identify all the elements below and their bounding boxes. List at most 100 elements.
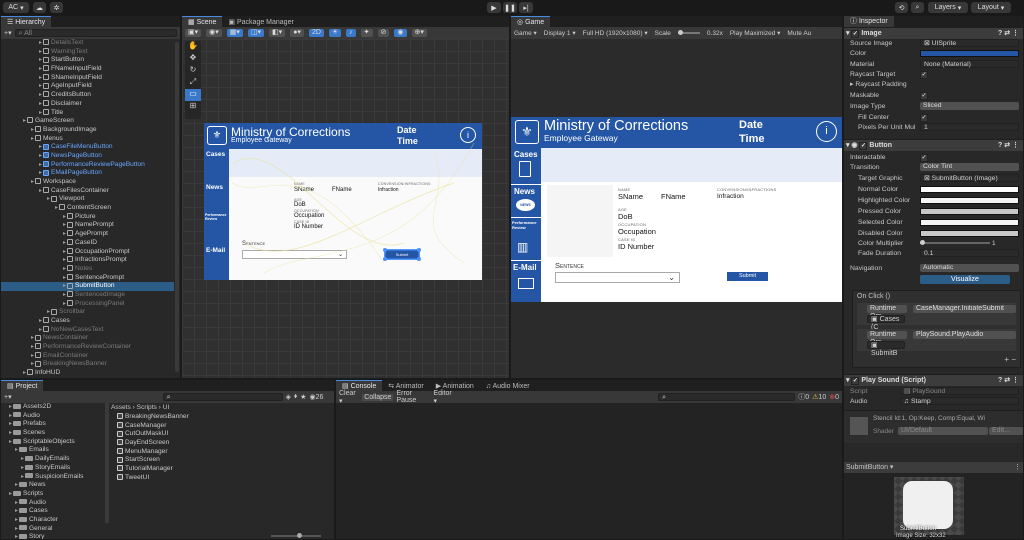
color-field[interactable]: [920, 49, 1019, 57]
hierarchy-item[interactable]: ▸ PerformanceReviewContainer: [1, 343, 174, 352]
hierarchy-item[interactable]: ▸ CreditsButton: [1, 91, 174, 100]
console-log-area[interactable]: [336, 403, 842, 539]
hierarchy-item[interactable]: ▸ CaseID: [1, 239, 174, 248]
favorites-icon[interactable]: ★: [300, 393, 306, 401]
hierarchy-item[interactable]: ▸ Title: [1, 109, 174, 118]
hierarchy-item[interactable]: ▸ StartButton: [1, 56, 174, 65]
hierarchy-item[interactable]: ▸ NewsPageButton: [1, 152, 174, 161]
tab-project[interactable]: ▤ Project: [1, 380, 44, 391]
hidden-icon[interactable]: ⊘: [377, 29, 390, 37]
expand-arrow-icon[interactable]: ▸: [9, 421, 12, 427]
hierarchy-item[interactable]: ▸ Disclaimer: [1, 100, 174, 109]
source-image-field[interactable]: ⊠ UISprite: [920, 39, 1019, 47]
project-folder[interactable]: ▸ Story: [1, 533, 103, 539]
project-folder[interactable]: ▸ Scripts: [1, 490, 103, 499]
expand-arrow-icon[interactable]: ▸: [39, 40, 42, 46]
scale-tool-icon[interactable]: ⤢: [185, 77, 201, 89]
draw-mode-dropdown[interactable]: ▣▾: [185, 29, 202, 37]
scale-slider[interactable]: [677, 30, 700, 35]
multiplier-slider[interactable]: [920, 240, 990, 246]
expand-arrow-icon[interactable]: ▸: [31, 353, 34, 359]
hierarchy-item[interactable]: ▸ OccupationPrompt: [1, 248, 174, 257]
hierarchy-item[interactable]: ▸ NoNewCasesText: [1, 326, 174, 335]
button-component-header[interactable]: ▾ ◉ ✓ Button? ⇄ ⋮: [844, 139, 1023, 151]
highlighted-color-swatch[interactable]: [920, 197, 1019, 204]
project-folder[interactable]: ▸ Character: [1, 516, 103, 525]
step-button[interactable]: ▸|: [519, 2, 533, 13]
expand-arrow-icon[interactable]: ▸: [39, 66, 42, 72]
project-folder[interactable]: ▸ Audio: [1, 499, 103, 508]
project-folder[interactable]: ▸ Emails: [1, 446, 103, 455]
hierarchy-item[interactable]: ▸ InfractionsPrompt: [1, 256, 174, 265]
hierarchy-item[interactable]: ▸ NamePrompt: [1, 221, 174, 230]
hierarchy-item[interactable]: ▸ Cases: [1, 317, 174, 326]
log-count[interactable]: ⓘ0: [798, 392, 809, 402]
expand-arrow-icon[interactable]: ▸: [39, 153, 42, 159]
shader-edit-button[interactable]: Edit...: [989, 427, 1023, 435]
side-performance-button[interactable]: Performance Review ▥: [511, 218, 541, 261]
hierarchy-item[interactable]: ▸ EMailPageButton: [1, 169, 174, 178]
audio-icon[interactable]: ♪: [346, 29, 356, 37]
expand-arrow-icon[interactable]: ▸: [31, 136, 34, 142]
image-type-dropdown[interactable]: Sliced: [920, 102, 1019, 110]
project-search-input[interactable]: ⌕: [162, 393, 283, 401]
hierarchy-item[interactable]: ▸ DetailsText: [1, 39, 174, 48]
expand-arrow-icon[interactable]: ▸: [63, 266, 66, 272]
hand-tool-icon[interactable]: ✋: [185, 41, 201, 53]
expand-arrow-icon[interactable]: ▸: [63, 240, 66, 246]
hierarchy-search-input[interactable]: ⌕ All: [14, 29, 177, 37]
hierarchy-item[interactable]: ▸ Viewport: [1, 195, 174, 204]
project-file[interactable]: MenuManager: [117, 448, 317, 457]
fx-icon[interactable]: ✦: [360, 29, 373, 37]
expand-arrow-icon[interactable]: ▸: [39, 57, 42, 63]
side-email-button[interactable]: E-Mail: [511, 261, 541, 302]
expand-arrow-icon[interactable]: ▸: [63, 249, 66, 255]
expand-arrow-icon[interactable]: ▸: [21, 456, 24, 462]
preview-header[interactable]: SubmitButton ▾ ⋮: [844, 462, 1023, 473]
hierarchy-item[interactable]: ▸ SubmitButton: [1, 282, 174, 291]
tab-inspector[interactable]: ⓘ Inspector: [844, 16, 894, 27]
expand-arrow-icon[interactable]: ▸: [63, 222, 66, 228]
game-info-icon[interactable]: i: [816, 121, 837, 142]
disabled-color-swatch[interactable]: [920, 230, 1019, 237]
history-icon[interactable]: ⟲: [895, 2, 908, 13]
play-button[interactable]: ▶: [487, 2, 501, 13]
runtime-dropdown-1[interactable]: Runtime Or▾: [867, 305, 907, 320]
play-mode-dropdown[interactable]: Play Maximized ▾: [730, 29, 781, 37]
preview-menu-icon[interactable]: ⋮: [1014, 462, 1021, 473]
error-pause-button[interactable]: Error Pause: [396, 390, 430, 404]
expand-arrow-icon[interactable]: ▸: [15, 534, 18, 539]
hierarchy-item[interactable]: ▸ ContentScreen: [1, 204, 174, 213]
hierarchy-item[interactable]: ▸ CaseFilesContainer: [1, 187, 174, 196]
expand-arrow-icon[interactable]: ▸: [31, 361, 34, 367]
expand-arrow-icon[interactable]: ▸: [15, 500, 18, 506]
breadcrumb-assets[interactable]: Assets: [111, 404, 131, 411]
project-file[interactable]: StartScreen: [117, 456, 317, 465]
hierarchy-item[interactable]: ▸ EmailContainer: [1, 352, 174, 361]
script-field[interactable]: ▤ PlaySound: [900, 387, 1019, 395]
project-folder[interactable]: ▸ Cases: [1, 507, 103, 516]
expand-arrow-icon[interactable]: ▸: [63, 283, 66, 289]
expand-arrow-icon[interactable]: ▸: [39, 49, 42, 55]
sphere-dropdown[interactable]: ●▾: [290, 29, 304, 37]
expand-arrow-icon[interactable]: ▸: [9, 404, 12, 410]
hierarchy-item[interactable]: ▸ GameScreen: [1, 117, 174, 126]
hierarchy-item[interactable]: ▸ NewsContainer: [1, 334, 174, 343]
expand-arrow-icon[interactable]: ▸: [63, 292, 66, 298]
expand-arrow-icon[interactable]: ▸: [63, 301, 66, 307]
expand-arrow-icon[interactable]: ▸: [63, 275, 66, 281]
expand-arrow-icon[interactable]: ▸: [39, 110, 42, 116]
expand-arrow-icon[interactable]: ▸: [21, 474, 24, 480]
expand-arrow-icon[interactable]: ▸: [31, 179, 34, 185]
project-file[interactable]: CaseManager: [117, 422, 317, 431]
expand-arrow-icon[interactable]: ▸: [31, 344, 34, 350]
hierarchy-item[interactable]: ▸ InfoHUD: [1, 369, 174, 378]
button-menu-icon[interactable]: ? ⇄ ⋮: [998, 140, 1019, 151]
side-cases-button[interactable]: Cases: [511, 148, 541, 185]
audio-field[interactable]: ♫ Stamp: [900, 397, 1019, 405]
project-file[interactable]: TutorialManager: [117, 465, 317, 474]
target-object-field-1[interactable]: ▣ Cases (C: [867, 315, 905, 331]
pause-button[interactable]: ❚❚: [503, 2, 517, 13]
light-icon[interactable]: ☀: [328, 29, 342, 37]
expand-arrow-icon[interactable]: ▸: [39, 318, 42, 324]
